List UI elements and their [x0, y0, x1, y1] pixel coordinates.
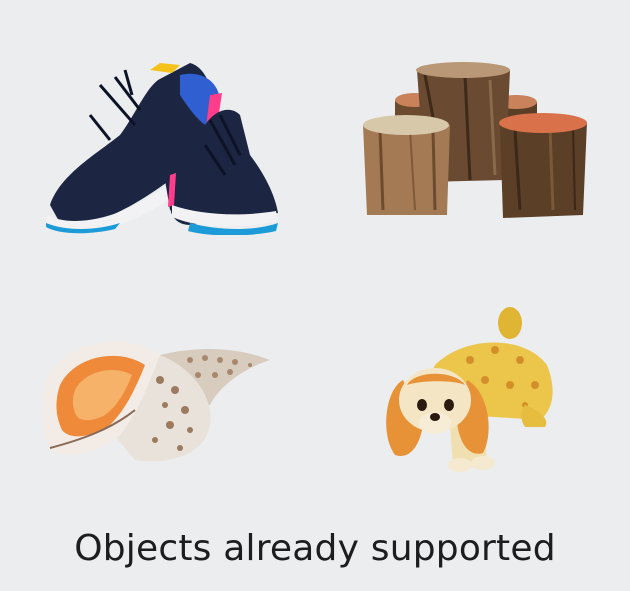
object-gallery [0, 0, 630, 500]
shell-icon [42, 341, 270, 462]
dog-figurine-icon [386, 307, 553, 472]
tree-stumps-icon [363, 62, 587, 218]
tree-stumps-image [355, 60, 595, 225]
dog-figurine-image [375, 305, 560, 475]
sneakers-icon [46, 63, 278, 235]
gallery-caption: Objects already supported [74, 528, 556, 569]
conch-shell-image [40, 330, 275, 470]
sneakers-image [40, 55, 285, 235]
